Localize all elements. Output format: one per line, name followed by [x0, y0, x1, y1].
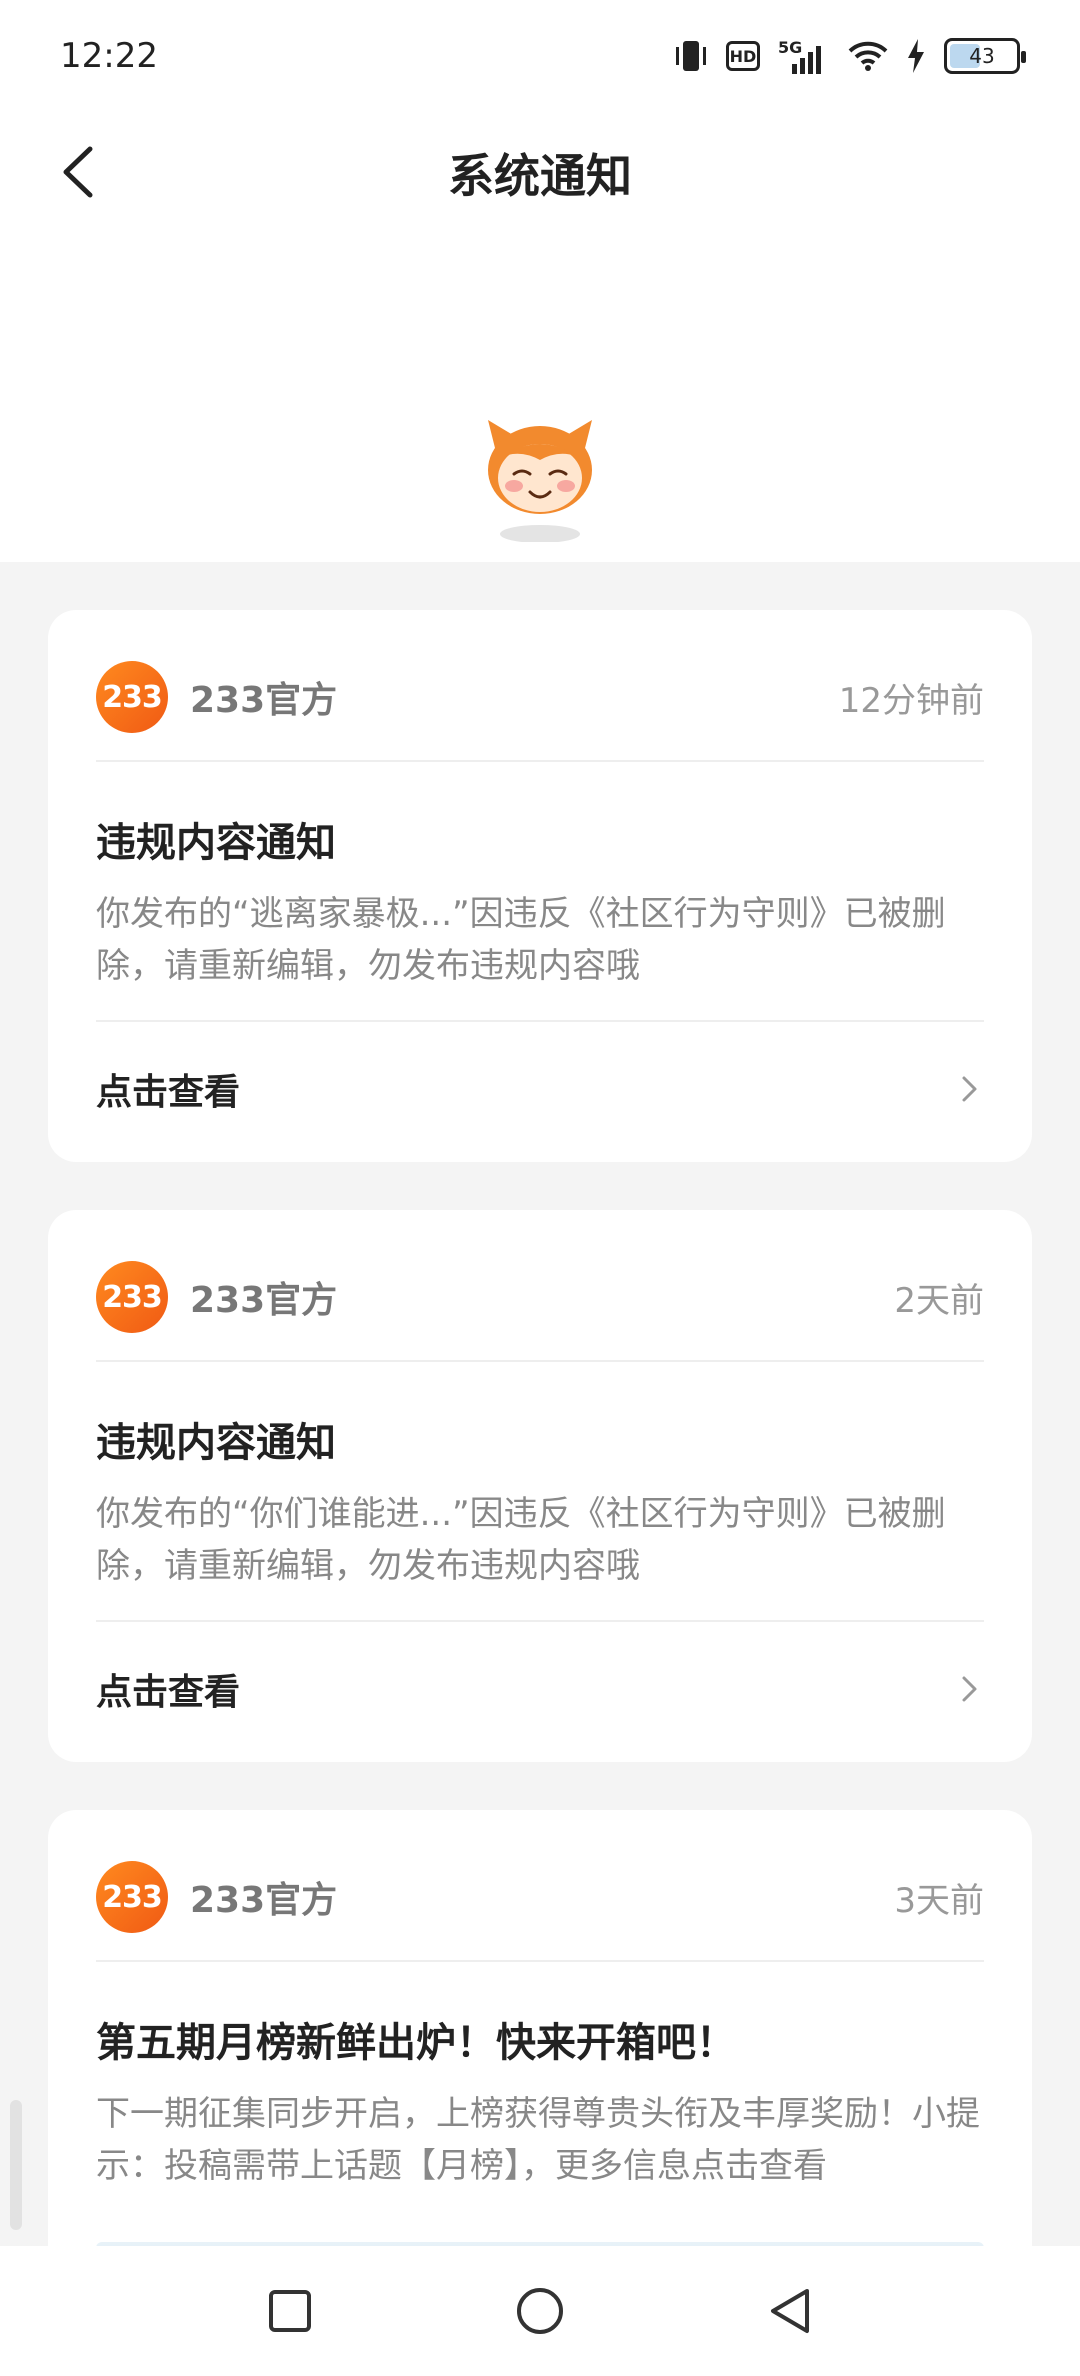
- battery-level: 43: [969, 44, 995, 68]
- chevron-right-icon: [962, 1076, 977, 1102]
- sender-logo: 233: [96, 1861, 168, 1933]
- mascot-icon: [488, 420, 592, 542]
- divider: [96, 1960, 984, 1962]
- card-header: 233 233官方 2天前: [96, 1254, 984, 1340]
- charging-icon: [906, 39, 926, 73]
- notification-body: 你发布的“你们谁能进...”因违反《社区行为守则》已被删除，请重新编辑，勿发布违…: [96, 1494, 946, 1586]
- view-details-button[interactable]: 点击查看: [96, 1654, 984, 1724]
- notification-title: 违规内容通知: [96, 820, 336, 866]
- notification-body: 下一期征集同步开启，上榜获得尊贵头衔及丰厚奖励！小提示：投稿需带上话题【月榜】，…: [96, 2094, 980, 2186]
- notification-card[interactable]: 233 233官方 3天前 第五期月榜新鲜出炉！快来开箱吧！ 下一期征集同步开启…: [48, 1810, 1032, 2310]
- sender-logo: 233: [96, 1261, 168, 1333]
- page-title: 系统通知: [448, 149, 632, 203]
- recent-apps-button[interactable]: [260, 2281, 320, 2341]
- triangle-back-icon: [771, 2289, 809, 2333]
- notification-time: 12分钟前: [838, 680, 984, 721]
- notification-time: 3天前: [894, 1880, 984, 1921]
- system-nav-bar: [0, 2246, 1080, 2376]
- sender-name: 233官方: [190, 1880, 338, 1921]
- view-details-label: 点击查看: [96, 1072, 241, 1113]
- card-header: 233 233官方 3天前: [96, 1854, 984, 1940]
- notification-card[interactable]: 233 233官方 12分钟前 违规内容通知 你发布的“逃离家暴极...”因违反…: [48, 610, 1032, 1162]
- hd-icon: HD: [726, 41, 760, 71]
- network-label: 5G: [778, 38, 803, 57]
- vibrate-icon: [674, 37, 708, 75]
- notification-card[interactable]: 233 233官方 2天前 违规内容通知 你发布的“你们谁能进...”因违反《社…: [48, 1210, 1032, 1762]
- notification-body: 你发布的“逃离家暴极...”因违反《社区行为守则》已被删除，请重新编辑，勿发布违…: [96, 894, 946, 986]
- scroll-indicator: [10, 2100, 22, 2230]
- status-time: 12:22: [60, 36, 158, 76]
- view-details-label: 点击查看: [96, 1672, 241, 1713]
- home-button[interactable]: [510, 2281, 570, 2341]
- divider: [96, 760, 984, 762]
- sender-logo: 233: [96, 661, 168, 733]
- notification-title: 违规内容通知: [96, 1420, 336, 1466]
- app-header: 系统通知: [0, 112, 1080, 232]
- divider: [96, 1620, 984, 1622]
- square-icon: [269, 2290, 311, 2332]
- signal-icon: 5G: [778, 38, 830, 74]
- battery-icon: 43: [944, 38, 1026, 74]
- divider: [96, 1020, 984, 1022]
- chevron-right-icon: [962, 1676, 977, 1702]
- status-icons: HD 5G 43: [674, 37, 1026, 75]
- wifi-icon: [848, 40, 888, 72]
- system-back-button[interactable]: [760, 2281, 820, 2341]
- circle-icon: [517, 2288, 563, 2334]
- sender-name: 233官方: [190, 1280, 338, 1321]
- refresh-header: [0, 232, 1080, 562]
- view-details-button[interactable]: 点击查看: [96, 1054, 984, 1124]
- notification-title: 第五期月榜新鲜出炉！快来开箱吧！: [96, 2020, 736, 2066]
- card-header: 233 233官方 12分钟前: [96, 654, 984, 740]
- status-bar: 12:22 HD 5G 43: [0, 0, 1080, 112]
- divider: [96, 1360, 984, 1362]
- sender-name: 233官方: [190, 680, 338, 721]
- notification-time: 2天前: [894, 1280, 984, 1321]
